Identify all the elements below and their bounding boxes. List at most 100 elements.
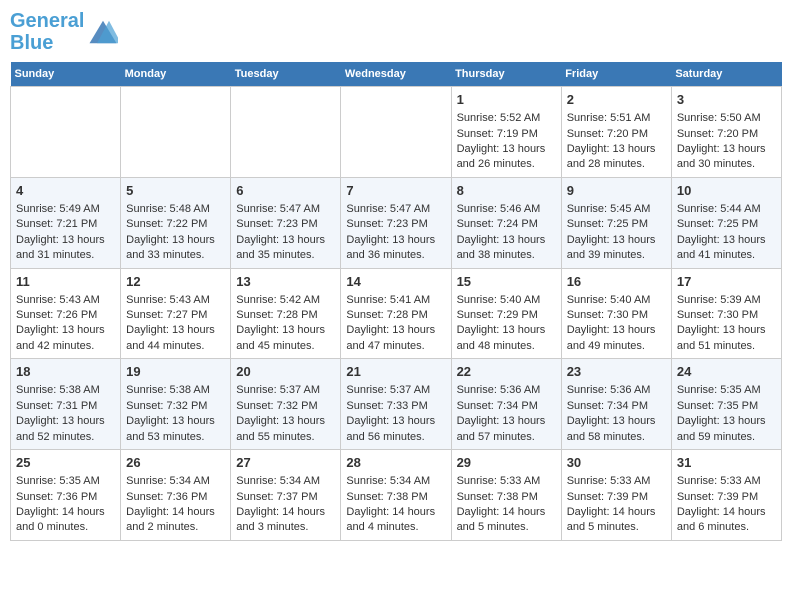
day-info: Daylight: 13 hours [567, 142, 666, 157]
day-info: Sunrise: 5:42 AM [236, 293, 335, 308]
day-info: and 5 minutes. [567, 520, 666, 535]
day-info: Sunrise: 5:33 AM [567, 474, 666, 489]
day-info: Sunrise: 5:44 AM [677, 202, 776, 217]
day-info: Sunset: 7:32 PM [126, 399, 225, 414]
day-info: Sunrise: 5:34 AM [126, 474, 225, 489]
calendar-cell [11, 87, 121, 178]
calendar-cell: 30Sunrise: 5:33 AMSunset: 7:39 PMDayligh… [561, 450, 671, 541]
day-number: 12 [126, 273, 225, 291]
calendar-cell: 23Sunrise: 5:36 AMSunset: 7:34 PMDayligh… [561, 359, 671, 450]
day-info: Sunrise: 5:46 AM [457, 202, 556, 217]
day-info: Sunset: 7:34 PM [567, 399, 666, 414]
calendar-cell: 26 Sunrise: 5:34 AMSunset: 7:36 PMDayligh… [121, 450, 231, 541]
day-info: Sunrise: 5:40 AM [567, 293, 666, 308]
day-number: 11 [16, 273, 115, 291]
calendar-cell: 14Sunrise: 5:41 AMSunset: 7:28 PMDayligh… [341, 268, 451, 359]
logo-text: General Blue [10, 10, 84, 54]
day-info: and 59 minutes. [677, 430, 776, 445]
weekday-header-wednesday: Wednesday [341, 62, 451, 87]
calendar-cell: 9Sunrise: 5:45 AMSunset: 7:25 PMDaylight… [561, 177, 671, 268]
day-info: and 49 minutes. [567, 339, 666, 354]
day-info: and 30 minutes. [677, 157, 776, 172]
day-number: 24 [677, 363, 776, 381]
calendar-cell: 24Sunrise: 5:35 AMSunset: 7:35 PMDayligh… [671, 359, 781, 450]
day-info: Daylight: 13 hours [16, 323, 115, 338]
day-info: Sunrise: 5:36 AM [457, 383, 556, 398]
day-number: 26 [126, 454, 225, 472]
calendar-cell: 27Sunrise: 5:34 AMSunset: 7:37 PMDayligh… [231, 450, 341, 541]
day-number: 10 [677, 182, 776, 200]
day-info: Sunrise: 5:33 AM [457, 474, 556, 489]
calendar-cell: 25Sunrise: 5:35 AMSunset: 7:36 PMDayligh… [11, 450, 121, 541]
day-info: Sunset: 7:26 PM [16, 308, 115, 323]
day-info: Daylight: 13 hours [567, 414, 666, 429]
day-info: Sunset: 7:30 PM [567, 308, 666, 323]
day-number: 22 [457, 363, 556, 381]
weekday-header-monday: Monday [121, 62, 231, 87]
calendar-cell: 20Sunrise: 5:37 AMSunset: 7:32 PMDayligh… [231, 359, 341, 450]
day-number: 3 [677, 91, 776, 109]
calendar-cell: 7Sunrise: 5:47 AMSunset: 7:23 PMDaylight… [341, 177, 451, 268]
day-info: Daylight: 13 hours [236, 233, 335, 248]
day-info: Sunrise: 5:34 AM [346, 474, 445, 489]
day-info: Daylight: 14 hours [567, 505, 666, 520]
page-header: General Blue [10, 10, 782, 54]
day-info: Daylight: 14 hours [16, 505, 115, 520]
day-info: and 26 minutes. [457, 157, 556, 172]
day-info: Daylight: 13 hours [346, 414, 445, 429]
day-info: Sunset: 7:28 PM [346, 308, 445, 323]
calendar-week-1: 1Sunrise: 5:52 AMSunset: 7:19 PMDaylight… [11, 87, 782, 178]
logo-icon [88, 17, 118, 47]
calendar-cell [231, 87, 341, 178]
calendar-cell [341, 87, 451, 178]
day-info: Daylight: 14 hours [346, 505, 445, 520]
day-number: 25 [16, 454, 115, 472]
day-number: 23 [567, 363, 666, 381]
day-info: Sunrise: 5:39 AM [677, 293, 776, 308]
day-info: Sunset: 7:36 PM [126, 490, 225, 505]
day-info: Daylight: 13 hours [236, 414, 335, 429]
day-info: and 55 minutes. [236, 430, 335, 445]
day-number: 29 [457, 454, 556, 472]
day-info: and 57 minutes. [457, 430, 556, 445]
day-info: and 44 minutes. [126, 339, 225, 354]
day-info: Daylight: 14 hours [126, 505, 225, 520]
day-info: Sunrise: 5:47 AM [236, 202, 335, 217]
weekday-header-saturday: Saturday [671, 62, 781, 87]
calendar-header: SundayMondayTuesdayWednesdayThursdayFrid… [11, 62, 782, 87]
day-info: and 42 minutes. [16, 339, 115, 354]
day-info: Daylight: 14 hours [677, 505, 776, 520]
day-info: and 38 minutes. [457, 248, 556, 263]
calendar-week-3: 11Sunrise: 5:43 AMSunset: 7:26 PMDayligh… [11, 268, 782, 359]
day-number: 16 [567, 273, 666, 291]
day-info: and 53 minutes. [126, 430, 225, 445]
weekday-header-friday: Friday [561, 62, 671, 87]
day-info: and 0 minutes. [16, 520, 115, 535]
day-info: Daylight: 13 hours [346, 233, 445, 248]
weekday-header-tuesday: Tuesday [231, 62, 341, 87]
day-info: Daylight: 13 hours [457, 414, 556, 429]
day-info: and 5 minutes. [457, 520, 556, 535]
day-info: and 33 minutes. [126, 248, 225, 263]
calendar-cell: 28Sunrise: 5:34 AMSunset: 7:38 PMDayligh… [341, 450, 451, 541]
day-info: Sunrise: 5:48 AM [126, 202, 225, 217]
day-info: Sunset: 7:31 PM [16, 399, 115, 414]
day-info: and 56 minutes. [346, 430, 445, 445]
day-info: Daylight: 13 hours [457, 142, 556, 157]
calendar-week-5: 25Sunrise: 5:35 AMSunset: 7:36 PMDayligh… [11, 450, 782, 541]
day-info: Sunrise: 5:51 AM [567, 111, 666, 126]
day-info: Sunrise: 5:35 AM [16, 474, 115, 489]
day-info: Sunset: 7:20 PM [677, 127, 776, 142]
day-number: 5 [126, 182, 225, 200]
day-number: 17 [677, 273, 776, 291]
calendar-week-4: 18Sunrise: 5:38 AMSunset: 7:31 PMDayligh… [11, 359, 782, 450]
day-info: Sunrise: 5:43 AM [126, 293, 225, 308]
day-info: Daylight: 13 hours [567, 323, 666, 338]
day-info: Daylight: 13 hours [16, 233, 115, 248]
day-info: and 36 minutes. [346, 248, 445, 263]
day-info: Daylight: 13 hours [567, 233, 666, 248]
day-number: 31 [677, 454, 776, 472]
day-info: Daylight: 13 hours [16, 414, 115, 429]
calendar-cell: 29Sunrise: 5:33 AMSunset: 7:38 PMDayligh… [451, 450, 561, 541]
day-number: 14 [346, 273, 445, 291]
